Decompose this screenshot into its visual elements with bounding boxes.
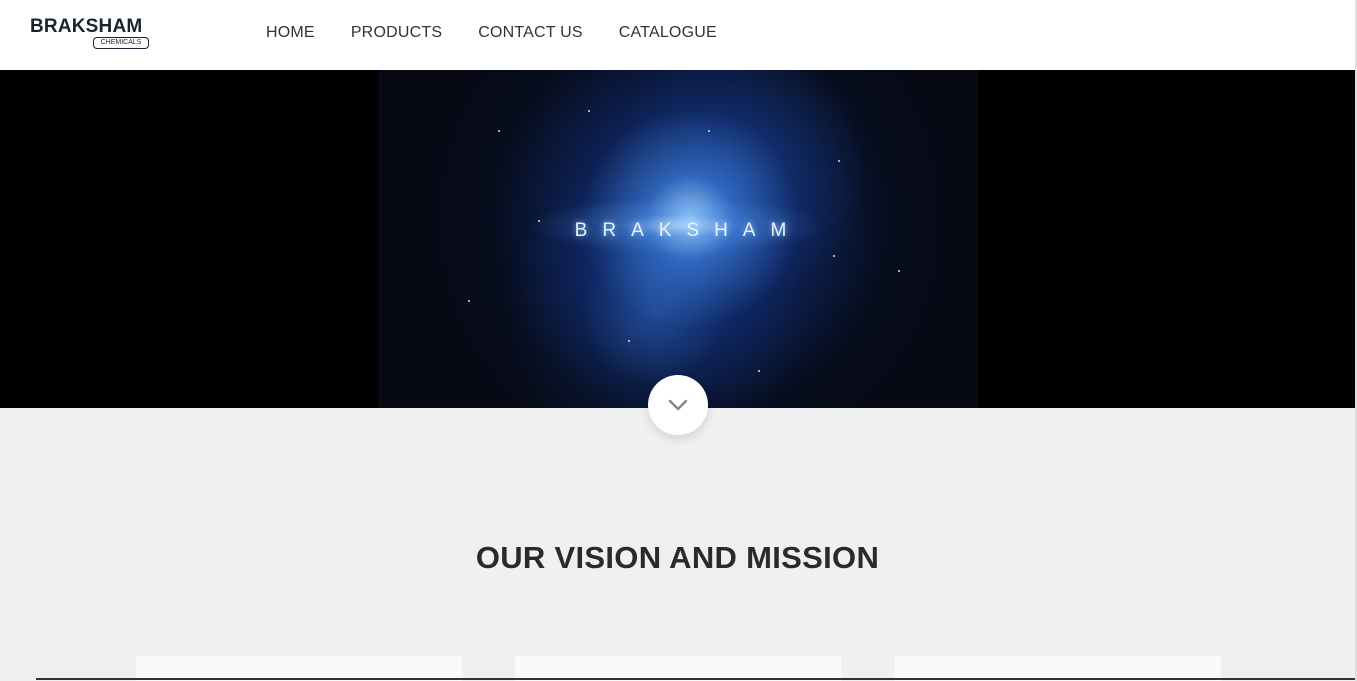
hero-video[interactable]: BRAKSHAM <box>378 70 978 408</box>
main-nav: HOME PRODUCTS CONTACT US CATALOGUE <box>266 22 717 44</box>
star <box>588 110 590 112</box>
brand-logo[interactable]: BRAKSHAM CHEMICALS <box>30 16 152 52</box>
star <box>838 160 840 162</box>
star <box>898 270 900 272</box>
star <box>758 370 760 372</box>
nav-item-catalogue[interactable]: CATALOGUE <box>619 22 717 44</box>
top-navbar: BRAKSHAM CHEMICALS HOME PRODUCTS CONTACT… <box>0 0 1355 70</box>
scroll-down-button[interactable] <box>648 375 708 435</box>
brand-logo-tagline: CHEMICALS <box>93 37 149 49</box>
star <box>708 130 710 132</box>
star <box>833 255 835 257</box>
star <box>468 300 470 302</box>
nav-item-home[interactable]: HOME <box>266 22 315 44</box>
page-bottom-divider <box>36 678 1357 680</box>
star <box>628 340 630 342</box>
nav-item-products[interactable]: PRODUCTS <box>351 22 442 44</box>
section-title-vision-mission: OUR VISION AND MISSION <box>475 539 880 575</box>
nav-item-contact-us[interactable]: CONTACT US <box>478 22 583 44</box>
hero-video-title: BRAKSHAM <box>574 220 802 241</box>
star <box>498 130 500 132</box>
brand-logo-name: BRAKSHAM <box>30 16 143 37</box>
hero-banner: BRAKSHAM <box>0 70 1355 408</box>
chevron-down-icon <box>668 399 688 411</box>
